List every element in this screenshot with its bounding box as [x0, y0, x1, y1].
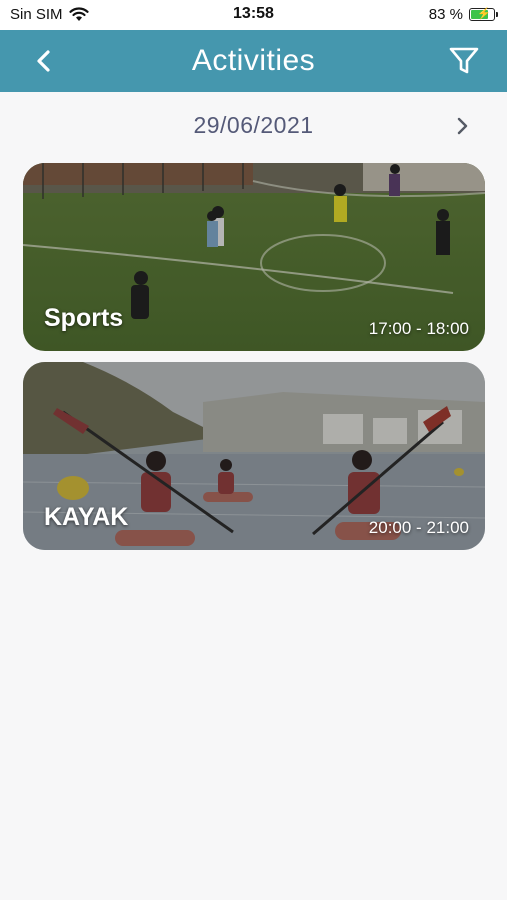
battery-icon: ⚡: [469, 8, 498, 21]
activity-card-sports[interactable]: Sports 17:00 - 18:00: [23, 163, 485, 351]
filter-icon: [449, 47, 479, 74]
status-right: 83 % ⚡: [428, 6, 498, 23]
status-bar: Sin SIM 13:58 83 % ⚡: [0, 0, 507, 30]
activity-name: KAYAK: [44, 503, 129, 531]
activity-name: Sports: [44, 304, 124, 332]
activity-time: 20:00 - 21:00: [368, 518, 469, 537]
activity-time: 17:00 - 18:00: [368, 319, 469, 338]
current-date: 29/06/2021: [193, 112, 314, 138]
battery-percent: 83 %: [428, 6, 463, 23]
next-date-button[interactable]: [452, 112, 474, 140]
charging-bolt-icon: ⚡: [477, 8, 491, 20]
activity-card-kayak[interactable]: KAYAK 20:00 - 21:00: [23, 362, 485, 550]
app-header: Activities: [0, 30, 507, 92]
date-navigator: 29/06/2021: [0, 108, 507, 144]
filter-button[interactable]: [447, 44, 481, 78]
page-title: Activities: [191, 44, 316, 77]
chevron-right-icon: [457, 117, 468, 135]
